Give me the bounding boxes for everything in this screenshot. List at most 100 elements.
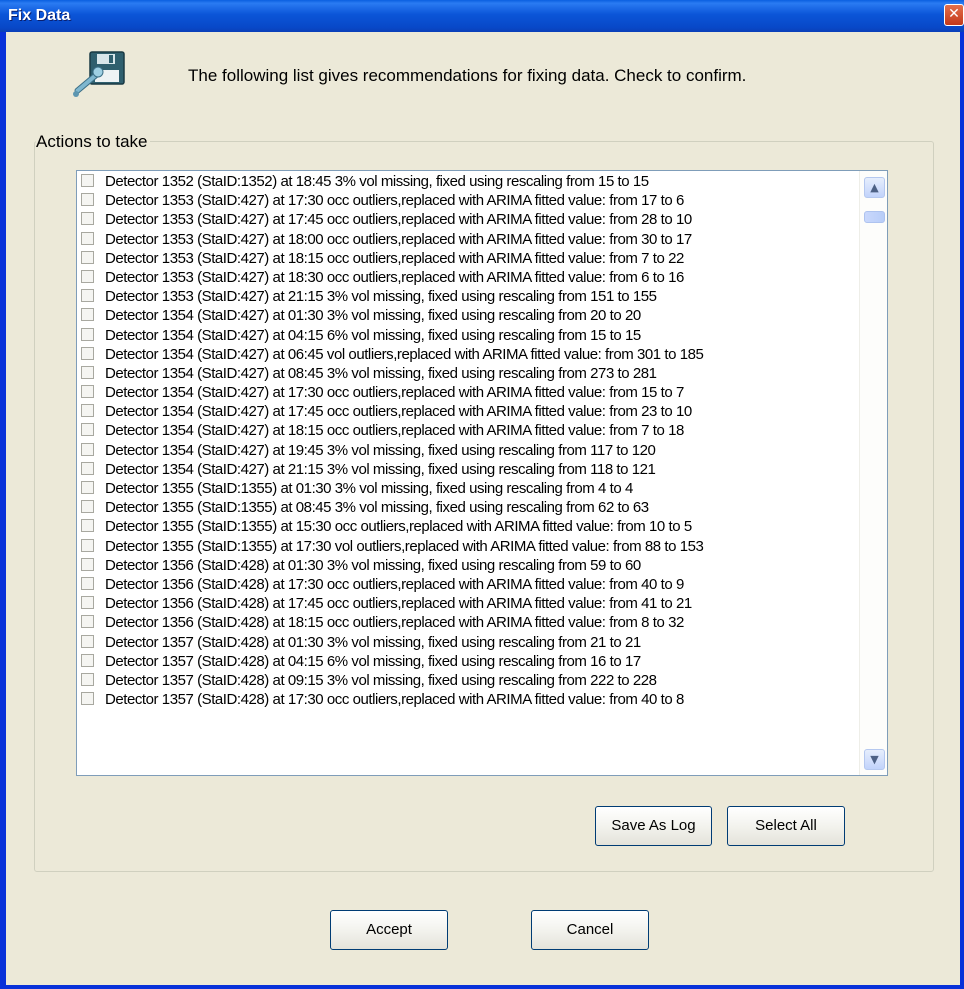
list-item[interactable]: Detector 1356 (StaID:428) at 17:30 occ o… [77, 575, 857, 594]
cancel-button[interactable]: Cancel [531, 910, 649, 950]
item-checkbox[interactable] [81, 231, 94, 245]
item-label: Detector 1353 (StaID:427) at 18:30 occ o… [105, 268, 684, 286]
list-item[interactable]: Detector 1354 (StaID:427) at 06:45 vol o… [77, 345, 857, 364]
item-checkbox[interactable] [81, 250, 94, 264]
item-checkbox[interactable] [81, 404, 94, 418]
list-item[interactable]: Detector 1353 (StaID:427) at 21:15 3% vo… [77, 287, 857, 306]
actions-list: Detector 1352 (StaID:1352) at 18:45 3% v… [77, 172, 857, 709]
list-item[interactable]: Detector 1354 (StaID:427) at 04:15 6% vo… [77, 326, 857, 345]
item-checkbox[interactable] [81, 327, 94, 341]
scroll-up-button[interactable]: ▲ [864, 177, 885, 198]
item-label: Detector 1354 (StaID:427) at 01:30 3% vo… [105, 307, 641, 325]
list-item[interactable]: Detector 1353 (StaID:427) at 17:30 occ o… [77, 191, 857, 210]
item-label: Detector 1356 (StaID:428) at 18:15 occ o… [105, 614, 684, 632]
item-checkbox[interactable] [81, 653, 94, 667]
item-label: Detector 1352 (StaID:1352) at 18:45 3% v… [105, 173, 649, 190]
item-label: Detector 1353 (StaID:427) at 18:00 occ o… [105, 230, 692, 248]
item-checkbox[interactable] [81, 269, 94, 283]
item-checkbox[interactable] [81, 596, 94, 610]
item-label: Detector 1357 (StaID:428) at 17:30 occ o… [105, 691, 684, 709]
list-item[interactable]: Detector 1357 (StaID:428) at 01:30 3% vo… [77, 633, 857, 652]
list-item[interactable]: Detector 1356 (StaID:428) at 17:45 occ o… [77, 594, 857, 613]
item-checkbox[interactable] [81, 672, 94, 686]
item-checkbox[interactable] [81, 289, 94, 303]
list-item[interactable]: Detector 1352 (StaID:1352) at 18:45 3% v… [77, 172, 857, 191]
item-label: Detector 1354 (StaID:427) at 04:15 6% vo… [105, 326, 641, 344]
select-all-button[interactable]: Select All [727, 806, 845, 846]
accept-button[interactable]: Accept [330, 910, 448, 950]
save-as-log-button[interactable]: Save As Log [595, 806, 712, 846]
item-checkbox[interactable] [81, 500, 94, 514]
item-label: Detector 1356 (StaID:428) at 01:30 3% vo… [105, 556, 641, 574]
item-checkbox[interactable] [81, 308, 94, 322]
item-label: Detector 1357 (StaID:428) at 09:15 3% vo… [105, 671, 657, 689]
item-checkbox[interactable] [81, 519, 94, 533]
list-item[interactable]: Detector 1353 (StaID:427) at 18:30 occ o… [77, 268, 857, 287]
list-item[interactable]: Detector 1355 (StaID:1355) at 08:45 3% v… [77, 498, 857, 517]
list-item[interactable]: Detector 1355 (StaID:1355) at 17:30 vol … [77, 537, 857, 556]
item-label: Detector 1353 (StaID:427) at 21:15 3% vo… [105, 288, 657, 306]
item-label: Detector 1355 (StaID:1355) at 01:30 3% v… [105, 480, 633, 497]
item-checkbox[interactable] [81, 615, 94, 629]
item-checkbox[interactable] [81, 461, 94, 475]
item-checkbox[interactable] [81, 692, 94, 706]
item-checkbox[interactable] [81, 212, 94, 226]
vertical-scrollbar[interactable]: ▲ ▼ [859, 171, 887, 775]
instruction-text: The following list gives recommendations… [188, 66, 747, 85]
item-label: Detector 1353 (StaID:427) at 18:15 occ o… [105, 249, 684, 267]
item-checkbox[interactable] [81, 557, 94, 571]
list-item[interactable]: Detector 1354 (StaID:427) at 17:45 occ o… [77, 402, 857, 421]
list-item[interactable]: Detector 1357 (StaID:428) at 17:30 occ o… [77, 690, 857, 709]
item-label: Detector 1355 (StaID:1355) at 17:30 vol … [105, 537, 704, 555]
list-item[interactable]: Detector 1355 (StaID:1355) at 01:30 3% v… [77, 479, 857, 498]
item-label: Detector 1357 (StaID:428) at 04:15 6% vo… [105, 652, 641, 670]
list-item[interactable]: Detector 1353 (StaID:427) at 18:00 occ o… [77, 230, 857, 249]
list-item[interactable]: Detector 1353 (StaID:427) at 18:15 occ o… [77, 249, 857, 268]
scroll-thumb[interactable] [864, 211, 885, 223]
list-item[interactable]: Detector 1356 (StaID:428) at 18:15 occ o… [77, 613, 857, 632]
item-checkbox[interactable] [81, 365, 94, 379]
item-label: Detector 1356 (StaID:428) at 17:45 occ o… [105, 595, 692, 613]
item-checkbox[interactable] [81, 442, 94, 456]
list-item[interactable]: Detector 1354 (StaID:427) at 08:45 3% vo… [77, 364, 857, 383]
list-item[interactable]: Detector 1355 (StaID:1355) at 15:30 occ … [77, 517, 857, 536]
actions-group-label: Actions to take [36, 132, 150, 152]
item-checkbox[interactable] [81, 174, 94, 187]
item-label: Detector 1355 (StaID:1355) at 15:30 occ … [105, 518, 692, 536]
item-label: Detector 1355 (StaID:1355) at 08:45 3% v… [105, 499, 649, 517]
window-title: Fix Data [8, 7, 71, 24]
item-checkbox[interactable] [81, 481, 94, 494]
item-label: Detector 1357 (StaID:428) at 01:30 3% vo… [105, 633, 641, 651]
list-item[interactable]: Detector 1356 (StaID:428) at 01:30 3% vo… [77, 556, 857, 575]
item-label: Detector 1353 (StaID:427) at 17:45 occ o… [105, 211, 692, 229]
list-item[interactable]: Detector 1354 (StaID:427) at 01:30 3% vo… [77, 306, 857, 325]
title-bar[interactable]: Fix Data ✕ [0, 0, 964, 32]
item-checkbox[interactable] [81, 385, 94, 399]
item-checkbox[interactable] [81, 538, 94, 552]
item-label: Detector 1354 (StaID:427) at 06:45 vol o… [105, 345, 704, 363]
actions-listbox[interactable]: Detector 1352 (StaID:1352) at 18:45 3% v… [76, 170, 888, 776]
item-label: Detector 1354 (StaID:427) at 19:45 3% vo… [105, 441, 656, 459]
item-checkbox[interactable] [81, 193, 94, 207]
list-item[interactable]: Detector 1357 (StaID:428) at 04:15 6% vo… [77, 652, 857, 671]
list-item[interactable]: Detector 1354 (StaID:427) at 17:30 occ o… [77, 383, 857, 402]
scroll-down-button[interactable]: ▼ [864, 749, 885, 770]
item-checkbox[interactable] [81, 423, 94, 437]
item-label: Detector 1354 (StaID:427) at 21:15 3% vo… [105, 460, 656, 478]
item-label: Detector 1354 (StaID:427) at 08:45 3% vo… [105, 364, 657, 382]
item-checkbox[interactable] [81, 346, 94, 360]
list-item[interactable]: Detector 1354 (StaID:427) at 18:15 occ o… [77, 421, 857, 440]
item-label: Detector 1354 (StaID:427) at 17:45 occ o… [105, 403, 692, 421]
floppy-disk-wrench-icon [73, 51, 125, 97]
list-item[interactable]: Detector 1354 (StaID:427) at 19:45 3% vo… [77, 441, 857, 460]
item-label: Detector 1354 (StaID:427) at 18:15 occ o… [105, 422, 684, 440]
item-checkbox[interactable] [81, 576, 94, 590]
list-item[interactable]: Detector 1353 (StaID:427) at 17:45 occ o… [77, 210, 857, 229]
close-button[interactable]: ✕ [944, 4, 964, 26]
item-label: Detector 1353 (StaID:427) at 17:30 occ o… [105, 192, 684, 210]
item-label: Detector 1356 (StaID:428) at 17:30 occ o… [105, 575, 684, 593]
item-checkbox[interactable] [81, 634, 94, 648]
item-label: Detector 1354 (StaID:427) at 17:30 occ o… [105, 384, 684, 402]
list-item[interactable]: Detector 1354 (StaID:427) at 21:15 3% vo… [77, 460, 857, 479]
list-item[interactable]: Detector 1357 (StaID:428) at 09:15 3% vo… [77, 671, 857, 690]
